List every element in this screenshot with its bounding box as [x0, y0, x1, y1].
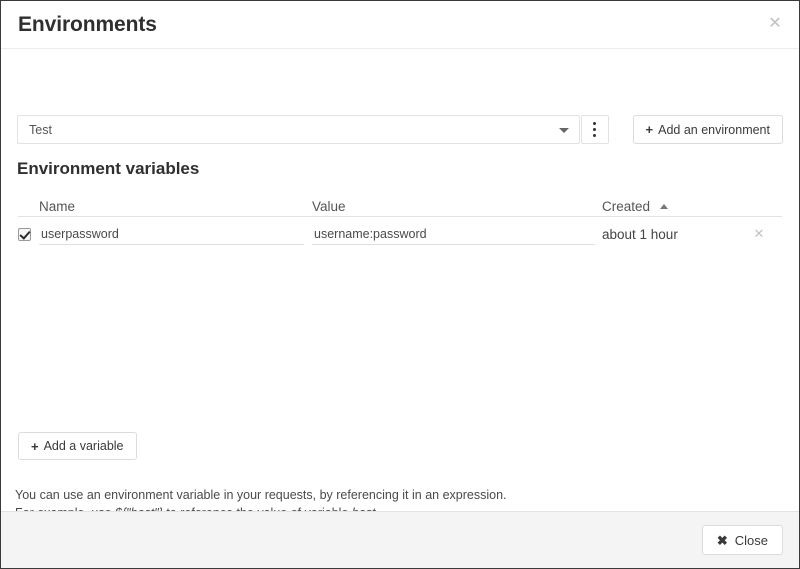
add-variable-label: Add a variable	[43, 439, 124, 453]
table-row: about 1 hour ✕	[18, 217, 782, 251]
cell-value	[312, 223, 602, 245]
environment-select[interactable]: Test	[17, 115, 581, 144]
column-header-name[interactable]: Name	[18, 199, 312, 214]
dialog-body: Test + Add an environment Environment va…	[1, 49, 799, 537]
page-title: Environments	[18, 13, 157, 36]
help-line-1: You can use an environment variable in y…	[15, 488, 507, 502]
dialog-header: Environments ✕	[1, 1, 799, 49]
variables-table: Name Value Created about 1 hour	[18, 191, 782, 251]
add-environment-button[interactable]: + Add an environment	[632, 115, 783, 144]
variable-created-text: about 1 hour	[602, 226, 678, 242]
vertical-dots-icon	[593, 134, 597, 137]
column-header-created-label: Created	[602, 199, 651, 214]
cell-actions: ✕	[722, 225, 782, 243]
close-icon: ✖	[716, 532, 728, 548]
column-header-created[interactable]: Created	[602, 199, 722, 214]
close-button-label: Close	[734, 532, 768, 548]
environment-selector-row: Test + Add an environment	[17, 115, 783, 144]
add-variable-button[interactable]: + Add a variable	[18, 432, 137, 460]
section-title: Environment variables	[17, 159, 200, 178]
plus-icon: +	[645, 122, 654, 137]
plus-icon: +	[31, 438, 39, 454]
environments-dialog: Environments ✕ Test + Add an environment…	[0, 0, 800, 569]
chevron-down-icon	[559, 127, 570, 133]
cell-created: about 1 hour	[602, 227, 722, 242]
add-environment-label: Add an environment	[658, 122, 770, 137]
remove-variable-button[interactable]: ✕	[750, 225, 768, 243]
close-button[interactable]: ✖ Close	[701, 525, 783, 555]
vertical-dots-icon	[593, 122, 597, 125]
environment-select-value: Test	[29, 122, 52, 137]
variable-name-input[interactable]	[39, 223, 304, 245]
cell-name	[18, 223, 312, 245]
environment-options-menu-button[interactable]	[581, 115, 609, 144]
variable-enabled-checkbox[interactable]	[18, 227, 31, 241]
sort-ascending-icon	[659, 204, 668, 209]
close-icon[interactable]: ✕	[765, 14, 785, 34]
table-header-row: Name Value Created	[18, 191, 782, 217]
vertical-dots-icon	[593, 128, 597, 131]
dialog-footer: ✖ Close	[1, 511, 799, 568]
variable-value-input[interactable]	[312, 223, 595, 245]
column-header-value[interactable]: Value	[312, 199, 602, 214]
